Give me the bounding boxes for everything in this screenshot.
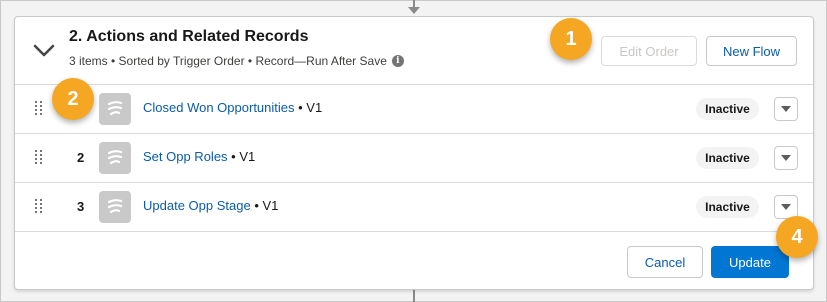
- connector-line-bottom: [413, 290, 415, 302]
- drag-handle-icon[interactable]: [35, 150, 43, 164]
- drag-handle-icon[interactable]: [35, 101, 43, 115]
- row-actions-dropdown-button[interactable]: [774, 97, 798, 121]
- row-actions-dropdown-button[interactable]: [774, 146, 798, 170]
- new-flow-button[interactable]: New Flow: [706, 36, 797, 66]
- row-order-number: 2: [77, 150, 85, 165]
- flow-icon: [99, 93, 131, 125]
- callout-marker-1: 1: [550, 18, 592, 60]
- table-row: 3 Update Opp Stage • V1 Inactive: [15, 183, 813, 232]
- cancel-button[interactable]: Cancel: [627, 246, 703, 278]
- flow-name[interactable]: Update Opp Stage: [143, 198, 251, 213]
- flow-name[interactable]: Set Opp Roles: [143, 149, 228, 164]
- flow-name-link[interactable]: Set Opp Roles • V1: [143, 149, 255, 164]
- row-order-number: 3: [77, 199, 85, 214]
- connector-arrow-icon: [408, 7, 420, 14]
- edit-order-button[interactable]: Edit Order: [601, 36, 697, 66]
- flow-name[interactable]: Closed Won Opportunities: [143, 100, 295, 115]
- callout-marker-2: 2: [52, 78, 94, 120]
- status-badge: Inactive: [696, 147, 759, 169]
- section-title: 2. Actions and Related Records: [69, 28, 309, 45]
- actions-related-records-panel: 2. Actions and Related Records 3 items •…: [14, 16, 814, 290]
- flow-version: • V1: [294, 100, 323, 115]
- section-subtitle: 3 items • Sorted by Trigger Order • Reco…: [69, 54, 404, 68]
- table-row: 2 Set Opp Roles • V1 Inactive: [15, 134, 813, 183]
- flow-icon: [99, 142, 131, 174]
- table-row: Closed Won Opportunities • V1 Inactive: [15, 85, 813, 134]
- callout-marker-4: 4: [776, 216, 818, 258]
- section-subtitle-text: 3 items • Sorted by Trigger Order • Reco…: [69, 54, 387, 68]
- flow-name-link[interactable]: Closed Won Opportunities • V1: [143, 100, 322, 115]
- chevron-down-icon[interactable]: [33, 43, 55, 59]
- flow-name-link[interactable]: Update Opp Stage • V1: [143, 198, 278, 213]
- info-icon[interactable]: i: [391, 55, 404, 67]
- update-button[interactable]: Update: [711, 246, 789, 278]
- status-badge: Inactive: [696, 98, 759, 120]
- flow-icon: [99, 191, 131, 223]
- drag-handle-icon[interactable]: [35, 199, 43, 213]
- flow-version: • V1: [227, 149, 256, 164]
- flow-version: • V1: [250, 198, 279, 213]
- status-badge: Inactive: [696, 196, 759, 218]
